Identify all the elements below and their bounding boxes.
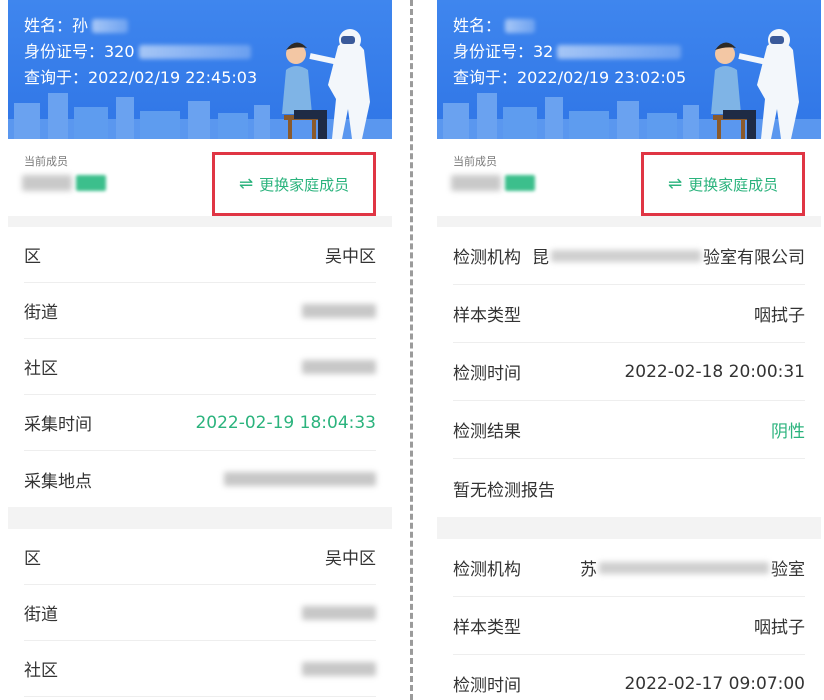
user-header: 姓名：孙 身份证号：320 查询于：2022/02/19 22:45:03 bbox=[8, 0, 392, 139]
record-row-collect-time: 采集时间 2022-02-19 18:04:33 bbox=[24, 395, 376, 451]
community-redacted bbox=[302, 359, 376, 374]
user-header: 姓名： 身份证号：32 查询于：2022/02/19 23:02:05 bbox=[437, 0, 821, 139]
name-label: 姓名： bbox=[453, 16, 502, 35]
switch-family-member-label: 更换家庭成员 bbox=[259, 175, 350, 194]
institution-redacted bbox=[599, 561, 769, 574]
test-record: 检测机构 苏 验室 样本类型 咽拭子 检测时间 2022-02-17 09:07… bbox=[437, 539, 821, 700]
id-label: 身份证号：32 bbox=[453, 42, 554, 61]
name-redacted bbox=[92, 19, 129, 33]
panel-divider bbox=[410, 0, 413, 700]
record-row-community: 社区 bbox=[24, 641, 376, 697]
collection-record: 区 吴中区 街道 社区 采集时间 2022-02-19 18:04:33 采集地… bbox=[8, 227, 392, 507]
institution-value: 苏 验室 bbox=[580, 560, 805, 580]
record-row-sample-type: 样本类型 咽拭子 bbox=[453, 597, 805, 655]
member-tag bbox=[505, 175, 535, 191]
section-gap bbox=[437, 517, 821, 539]
current-member-caption: 当前成员 bbox=[24, 155, 68, 168]
record-row-street: 街道 bbox=[24, 283, 376, 339]
institution-redacted bbox=[551, 249, 701, 262]
section-gap bbox=[8, 507, 392, 529]
record-row-district: 区 吴中区 bbox=[24, 529, 376, 585]
swab-test-illustration bbox=[711, 29, 799, 139]
switch-family-member-button[interactable]: ⇌ 更换家庭成员 bbox=[641, 152, 805, 216]
name-label: 姓名：孙 bbox=[24, 16, 89, 35]
test-record: 检测机构 昆 验室有限公司 样本类型 咽拭子 检测时间 2022-02-18 2… bbox=[437, 227, 821, 517]
record-row-test-result: 检测结果 阴性 bbox=[453, 401, 805, 459]
member-tag bbox=[76, 175, 106, 191]
institution-value: 昆 验室有限公司 bbox=[532, 248, 805, 268]
swab-test-illustration bbox=[282, 29, 370, 139]
record-row-test-time: 检测时间 2022-02-17 09:07:00 bbox=[453, 655, 805, 700]
section-gap bbox=[8, 216, 392, 227]
community-redacted bbox=[302, 661, 376, 676]
record-row-no-report[interactable]: 暂无检测报告 bbox=[453, 459, 805, 517]
record-row-community: 社区 bbox=[24, 339, 376, 395]
member-name-redacted bbox=[451, 175, 501, 191]
record-row-test-time: 检测时间 2022-02-18 20:00:31 bbox=[453, 343, 805, 401]
record-row-street: 街道 bbox=[24, 585, 376, 641]
record-row-collect-site: 采集地点 bbox=[24, 451, 376, 507]
query-time: 查询于：2022/02/19 22:45:03 bbox=[24, 68, 258, 87]
collection-record: 区 吴中区 街道 社区 bbox=[8, 529, 392, 697]
switch-family-member-button[interactable]: ⇌ 更换家庭成员 bbox=[212, 152, 376, 216]
record-row-district: 区 吴中区 bbox=[24, 227, 376, 283]
swap-icon: ⇌ bbox=[238, 174, 254, 194]
id-label: 身份证号：320 bbox=[24, 42, 135, 61]
id-redacted bbox=[557, 45, 682, 59]
switch-family-member-label: 更换家庭成员 bbox=[688, 175, 779, 194]
street-redacted bbox=[302, 303, 376, 318]
record-row-institution: 检测机构 昆 验室有限公司 bbox=[453, 227, 805, 285]
query-time: 查询于：2022/02/19 23:02:05 bbox=[453, 68, 687, 87]
right-screenshot: 姓名： 身份证号：32 查询于：2022/02/19 23:02:05 当前成员… bbox=[437, 0, 821, 700]
record-row-institution: 检测机构 苏 验室 bbox=[453, 539, 805, 597]
name-redacted bbox=[505, 19, 536, 33]
collect-site-redacted bbox=[224, 472, 376, 486]
swap-icon: ⇌ bbox=[667, 174, 683, 194]
current-member-bar: 当前成员 ⇌ 更换家庭成员 bbox=[437, 139, 821, 216]
record-row-sample-type: 样本类型 咽拭子 bbox=[453, 285, 805, 343]
current-member-caption: 当前成员 bbox=[453, 155, 497, 168]
member-name-redacted bbox=[22, 175, 72, 191]
current-member-bar: 当前成员 ⇌ 更换家庭成员 bbox=[8, 139, 392, 216]
section-gap bbox=[437, 216, 821, 227]
left-screenshot: 姓名：孙 身份证号：320 查询于：2022/02/19 22:45:03 当前… bbox=[8, 0, 392, 700]
street-redacted bbox=[302, 605, 376, 620]
id-redacted bbox=[138, 45, 251, 59]
